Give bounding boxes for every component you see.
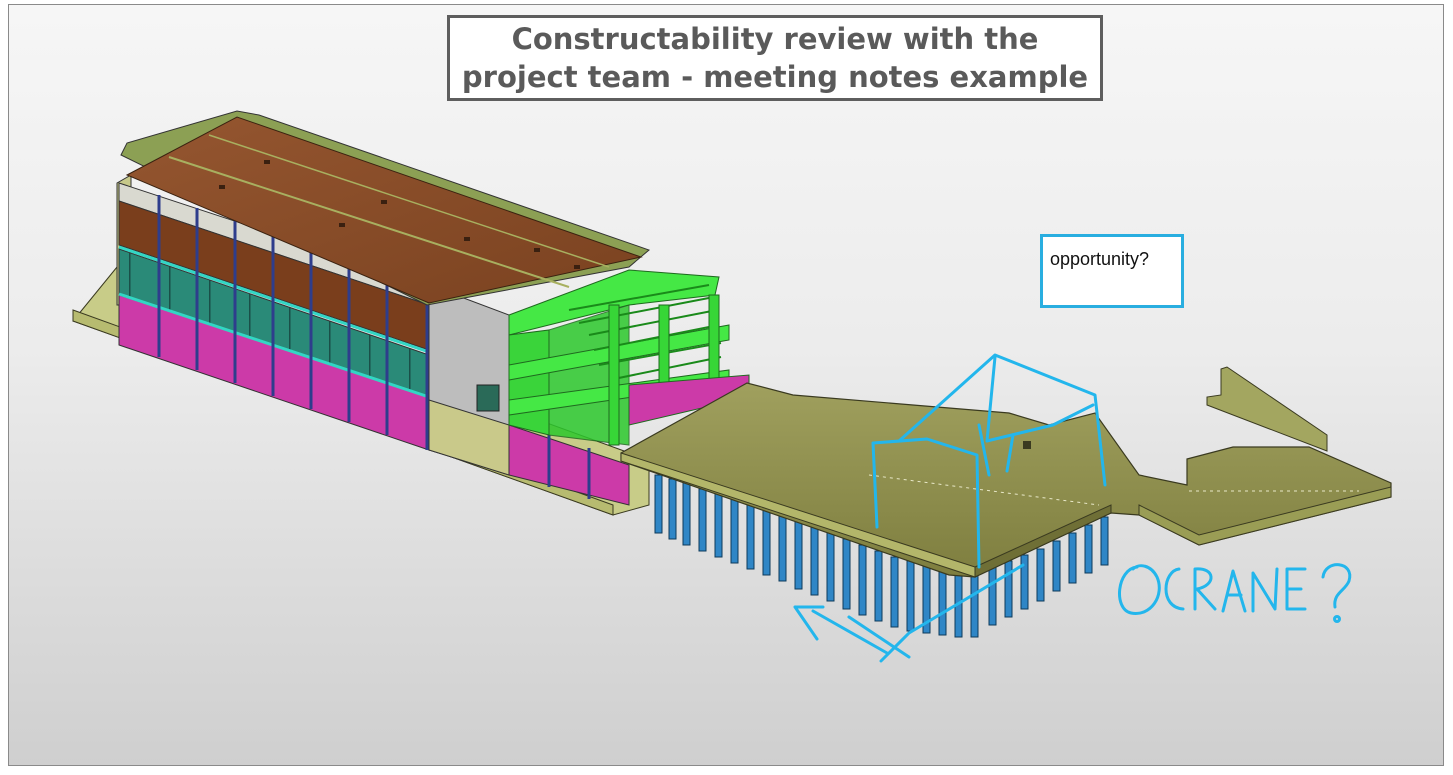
bim-3d-model — [72, 110, 1392, 663]
slide-frame: Constructability review with the project… — [8, 4, 1444, 766]
slide-title-box: Constructability review with the project… — [447, 15, 1103, 101]
annotation-note-text: opportunity? — [1050, 249, 1150, 269]
annotation-note-box: opportunity? — [1040, 234, 1184, 308]
handwritten-crane-note — [1118, 563, 1352, 623]
slide-title: Constructability review with the project… — [461, 22, 1089, 94]
